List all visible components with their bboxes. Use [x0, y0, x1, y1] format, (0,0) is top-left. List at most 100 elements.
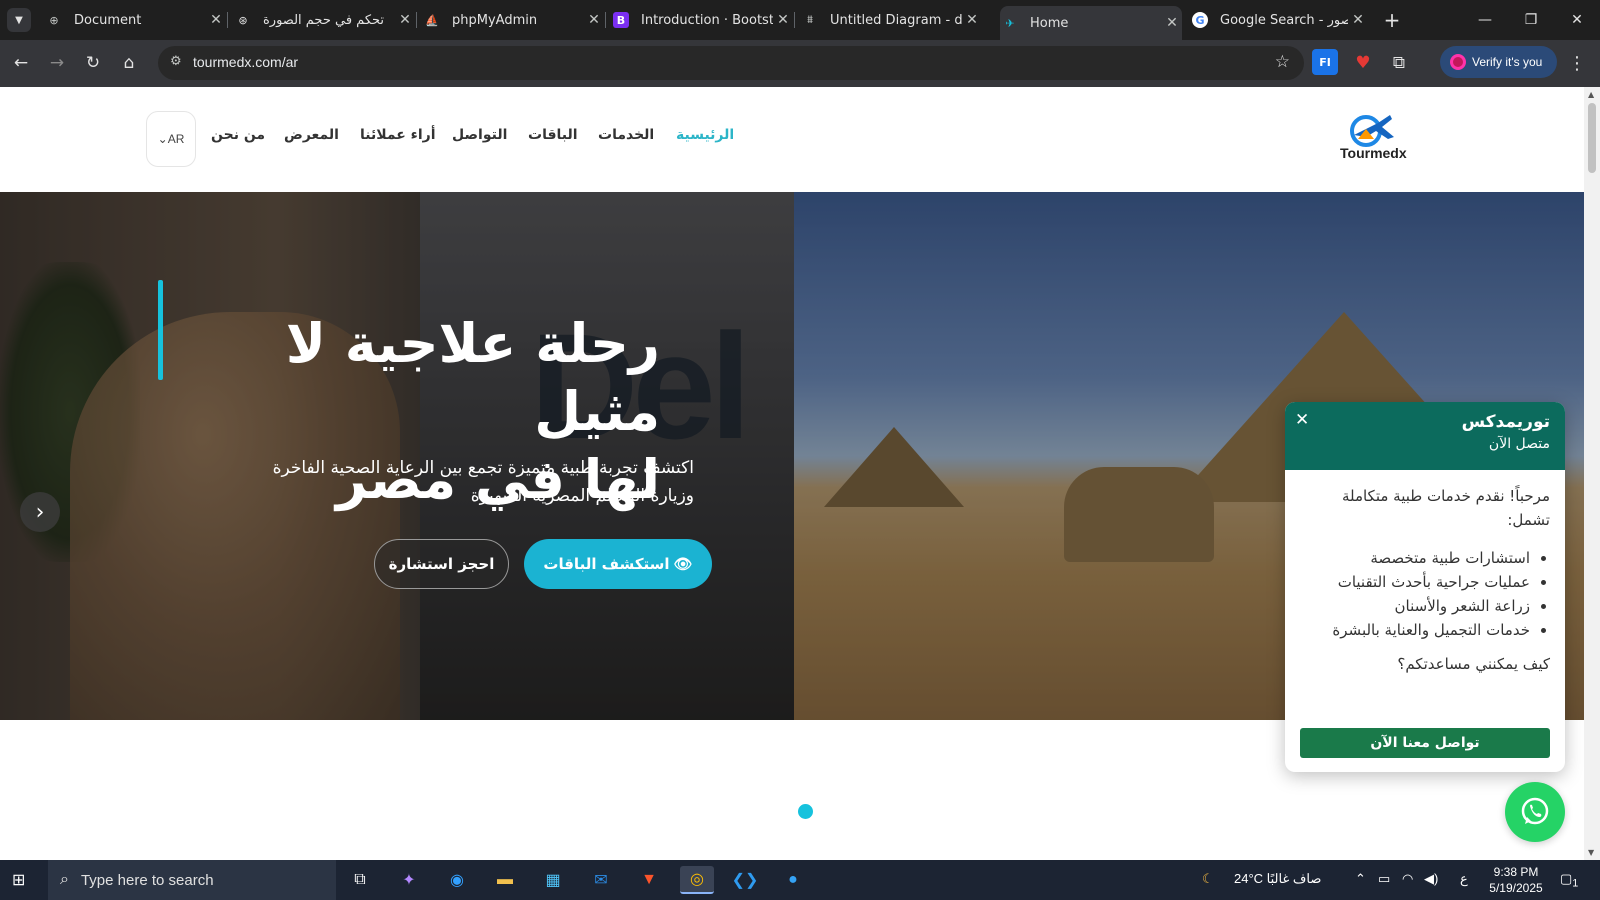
windows-start-icon[interactable]: ⊞ [12, 870, 25, 890]
taskbar-search-box[interactable]: ⌕ Type here to search [48, 860, 336, 900]
slider-next-button[interactable]: › [20, 492, 60, 532]
new-tab-button[interactable]: + [1372, 0, 1412, 40]
nav-testimonials[interactable]: أراء عملائنا [360, 127, 436, 143]
search-icon: ⌕ [60, 871, 69, 888]
nav-packages[interactable]: الباقات [528, 127, 578, 143]
list-item: خدمات التجميل والعناية بالبشرة [1300, 618, 1530, 642]
drawio-icon: ⩩ [807, 13, 813, 26]
site-header: Tourmedx الرئيسية الخدمات الباقات التواص… [0, 87, 1584, 192]
bookmark-star-icon[interactable]: ☆ [1275, 52, 1290, 72]
brave-icon[interactable]: ▼ [632, 866, 666, 894]
chat-body: مرحباً! نقدم خدمات طبية متكاملة تشمل: اس… [1285, 470, 1565, 690]
list-item: زراعة الشعر والأسنان [1300, 594, 1530, 618]
page-viewport: Tourmedx الرئيسية الخدمات الباقات التواص… [0, 87, 1584, 860]
browser-tab-bar: ▼ ⊕ Document ✕ ⊛ تحكم في حجم الصورة ✕ ⛵ … [0, 0, 1600, 40]
back-button[interactable]: ← [6, 48, 36, 78]
slider-dot-indicator[interactable] [798, 804, 813, 819]
address-bar[interactable]: ⚙ tourmedx.com/ar ☆ [158, 46, 1304, 80]
verify-profile-button[interactable]: Verify it's you [1440, 46, 1557, 78]
chat-close-icon[interactable]: ✕ [1295, 410, 1309, 430]
tab-drawio[interactable]: ⩩ Untitled Diagram - dra ✕ [800, 0, 982, 40]
tab-document[interactable]: ⊕ Document ✕ [44, 0, 226, 40]
scroll-up-icon[interactable]: ▲ [1588, 90, 1594, 99]
explore-packages-button[interactable]: 👁 استكشف الباقات [524, 539, 712, 589]
notifications-icon[interactable]: ▢1 [1560, 871, 1578, 890]
chrome-icon[interactable]: ◎ [680, 866, 714, 894]
volume-icon[interactable]: ◀) [1424, 871, 1438, 887]
vscode-icon[interactable]: ❮❯ [728, 866, 762, 894]
edge-icon[interactable]: ◉ [440, 866, 474, 894]
profile-avatar-icon [1450, 54, 1466, 70]
close-tab-icon[interactable]: ✕ [1348, 12, 1368, 28]
browser-toolbar: ← → ↻ ⌂ ⚙ tourmedx.com/ar ☆ FI ♥ ⧉ ⋮ [0, 40, 1600, 87]
book-consultation-button[interactable]: احجز استشارة [374, 539, 509, 589]
tab-search-menu-button[interactable]: ▼ [7, 8, 31, 32]
arrow-right-icon: → [49, 53, 65, 73]
site-info-icon[interactable]: ⚙ [170, 54, 182, 69]
chat-header: توريمدكس متصل الآن [1285, 402, 1565, 470]
nav-home[interactable]: الرئيسية [676, 127, 734, 143]
chat-widget: توريمدكس متصل الآن ✕ مرحباً! نقدم خدمات … [1285, 402, 1565, 772]
tab-bootstrap[interactable]: B Introduction · Bootstra ✕ [611, 0, 793, 40]
contact-now-button[interactable]: تواصل معنا الآن [1300, 728, 1550, 758]
extension-fi-button[interactable]: FI [1312, 49, 1338, 75]
language-switcher[interactable]: ⌄ AR [146, 111, 196, 167]
bootstrap-icon: B [613, 12, 629, 28]
whatsapp-button[interactable] [1505, 782, 1565, 842]
close-tab-icon[interactable]: ✕ [206, 12, 226, 28]
nav-contact[interactable]: التواصل [452, 127, 507, 143]
google-icon: G [1192, 12, 1208, 28]
page-scrollbar[interactable]: ▲ ▼ [1584, 87, 1600, 860]
file-explorer-icon[interactable]: ▬ [488, 866, 522, 894]
reload-button[interactable]: ↻ [78, 48, 108, 78]
close-tab-icon[interactable]: ✕ [1162, 15, 1182, 31]
weather-moon-icon[interactable]: ☾ [1202, 871, 1214, 887]
weather-text[interactable]: 24°C صاف غالبًا [1234, 871, 1321, 887]
close-tab-icon[interactable]: ✕ [395, 12, 415, 28]
chevron-down-icon: ⌄ [157, 132, 168, 146]
forward-button[interactable]: → [42, 48, 72, 78]
phpmyadmin-icon: ⛵ [425, 13, 439, 27]
reload-icon: ↻ [85, 53, 101, 73]
url-text[interactable]: tourmedx.com/ar [193, 54, 298, 70]
taskbar-clock[interactable]: 9:38 PM 5/19/2025 [1486, 864, 1546, 896]
close-tab-icon[interactable]: ✕ [773, 12, 793, 28]
tab-home[interactable]: ✈ Home ✕ [1000, 6, 1182, 40]
globe-icon: ⊕ [49, 13, 59, 27]
close-tab-icon[interactable]: ✕ [584, 12, 604, 28]
chevron-right-icon: › [35, 499, 45, 525]
minimize-button[interactable]: — [1462, 0, 1508, 40]
browser-menu-icon[interactable]: ⋮ [1562, 48, 1592, 78]
input-language-indicator[interactable]: ع [1460, 871, 1468, 887]
copilot-icon[interactable]: ✦ [392, 866, 426, 894]
nav-services[interactable]: الخدمات [598, 127, 654, 143]
outlook-icon[interactable]: ✉ [584, 866, 618, 894]
nav-about[interactable]: من نحن [211, 127, 265, 143]
scroll-down-icon[interactable]: ▼ [1588, 848, 1594, 857]
extensions-puzzle-icon[interactable]: ⧉ [1384, 48, 1414, 78]
close-window-button[interactable]: ✕ [1554, 0, 1600, 40]
nav-gallery[interactable]: المعرض [284, 127, 339, 143]
tab-google-search[interactable]: G Google Search - صور ✕ [1190, 0, 1368, 40]
hero-subtitle: اكتشف تجربة طبية متميزة تجمع بين الرعاية… [272, 458, 694, 506]
list-item: استشارات طبية متخصصة [1300, 546, 1530, 570]
wifi-icon[interactable]: ◠ [1402, 871, 1413, 887]
home-button[interactable]: ⌂ [114, 48, 144, 78]
tourmedx-favicon-icon: ✈ [1005, 16, 1015, 30]
scroll-thumb[interactable] [1588, 103, 1596, 173]
tray-chevron-up-icon[interactable]: ⌃ [1355, 871, 1366, 887]
extension-heart-icon[interactable]: ♥ [1348, 48, 1378, 78]
battery-icon[interactable]: ▭ [1378, 871, 1390, 887]
close-tab-icon[interactable]: ✕ [962, 12, 982, 28]
tab-phpmyadmin[interactable]: ⛵ phpMyAdmin ✕ [422, 0, 604, 40]
logo-plane-icon [1350, 115, 1394, 147]
task-view-icon[interactable]: ⧉ [343, 866, 377, 894]
restore-button[interactable]: ❐ [1508, 0, 1554, 40]
home-icon: ⌂ [123, 53, 135, 73]
app-icon[interactable]: ● [776, 866, 810, 894]
openai-icon: ⊛ [238, 13, 248, 27]
store-icon[interactable]: ▦ [536, 866, 570, 894]
site-logo[interactable]: Tourmedx [1330, 109, 1410, 169]
tab-image-size[interactable]: ⊛ تحكم في حجم الصورة ✕ [233, 0, 415, 40]
eye-icon: 👁 [673, 555, 693, 573]
